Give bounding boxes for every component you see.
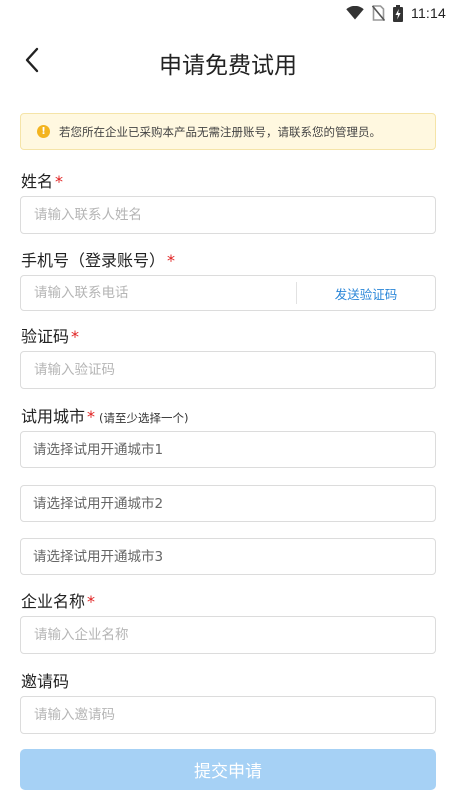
invite-input[interactable]	[21, 697, 435, 733]
status-icons: 11:14	[346, 4, 446, 22]
code-label: 验证码 *	[21, 323, 79, 347]
required-mark: *	[71, 327, 80, 346]
name-field[interactable]	[20, 196, 436, 234]
city-input-3[interactable]	[21, 539, 435, 574]
required-mark: *	[87, 407, 96, 426]
phone-label-text: 手机号（登录账号）	[21, 251, 166, 270]
submit-button[interactable]: 提交申请	[20, 749, 436, 790]
header: 申请免费试用	[0, 34, 456, 86]
wifi-icon	[346, 6, 364, 20]
warning-icon: !	[37, 125, 50, 138]
status-bar: 11:14	[0, 0, 456, 26]
required-mark: *	[87, 592, 96, 611]
city-select-2[interactable]	[20, 485, 436, 522]
invite-label-text: 邀请码	[21, 672, 70, 691]
notice-banner: ! 若您所在企业已采购本产品无需注册账号，请联系您的管理员。	[20, 113, 436, 150]
name-input[interactable]	[21, 197, 435, 233]
city-select-1[interactable]	[20, 431, 436, 468]
phone-input[interactable]	[21, 276, 296, 310]
code-field[interactable]	[20, 351, 436, 389]
city-label: 试用城市 * (请至少选择一个)	[21, 403, 189, 427]
page-title: 申请免费试用	[159, 53, 297, 79]
company-input[interactable]	[21, 617, 435, 653]
company-label-text: 企业名称	[21, 592, 86, 611]
phone-field[interactable]: 发送验证码	[20, 275, 436, 311]
city-select-3[interactable]	[20, 538, 436, 575]
invite-field[interactable]	[20, 696, 436, 734]
notice-text: 若您所在企业已采购本产品无需注册账号，请联系您的管理员。	[59, 124, 381, 139]
no-sim-icon	[372, 5, 385, 21]
city-input-2[interactable]	[21, 486, 435, 521]
send-code-button[interactable]: 发送验证码	[297, 284, 435, 303]
city-label-text: 试用城市	[21, 407, 86, 426]
battery-charging-icon	[393, 4, 403, 22]
name-label-text: 姓名	[21, 172, 54, 191]
phone-label: 手机号（登录账号） *	[21, 247, 175, 271]
code-label-text: 验证码	[21, 327, 70, 346]
invite-label: 邀请码	[21, 668, 69, 692]
city-input-1[interactable]	[21, 432, 435, 467]
company-field[interactable]	[20, 616, 436, 654]
name-label: 姓名 *	[21, 168, 63, 192]
company-label: 企业名称 *	[21, 588, 95, 612]
code-input[interactable]	[21, 352, 435, 388]
city-hint: (请至少选择一个)	[99, 411, 189, 425]
required-mark: *	[55, 172, 64, 191]
required-mark: *	[167, 251, 176, 270]
status-time: 11:14	[411, 5, 446, 21]
